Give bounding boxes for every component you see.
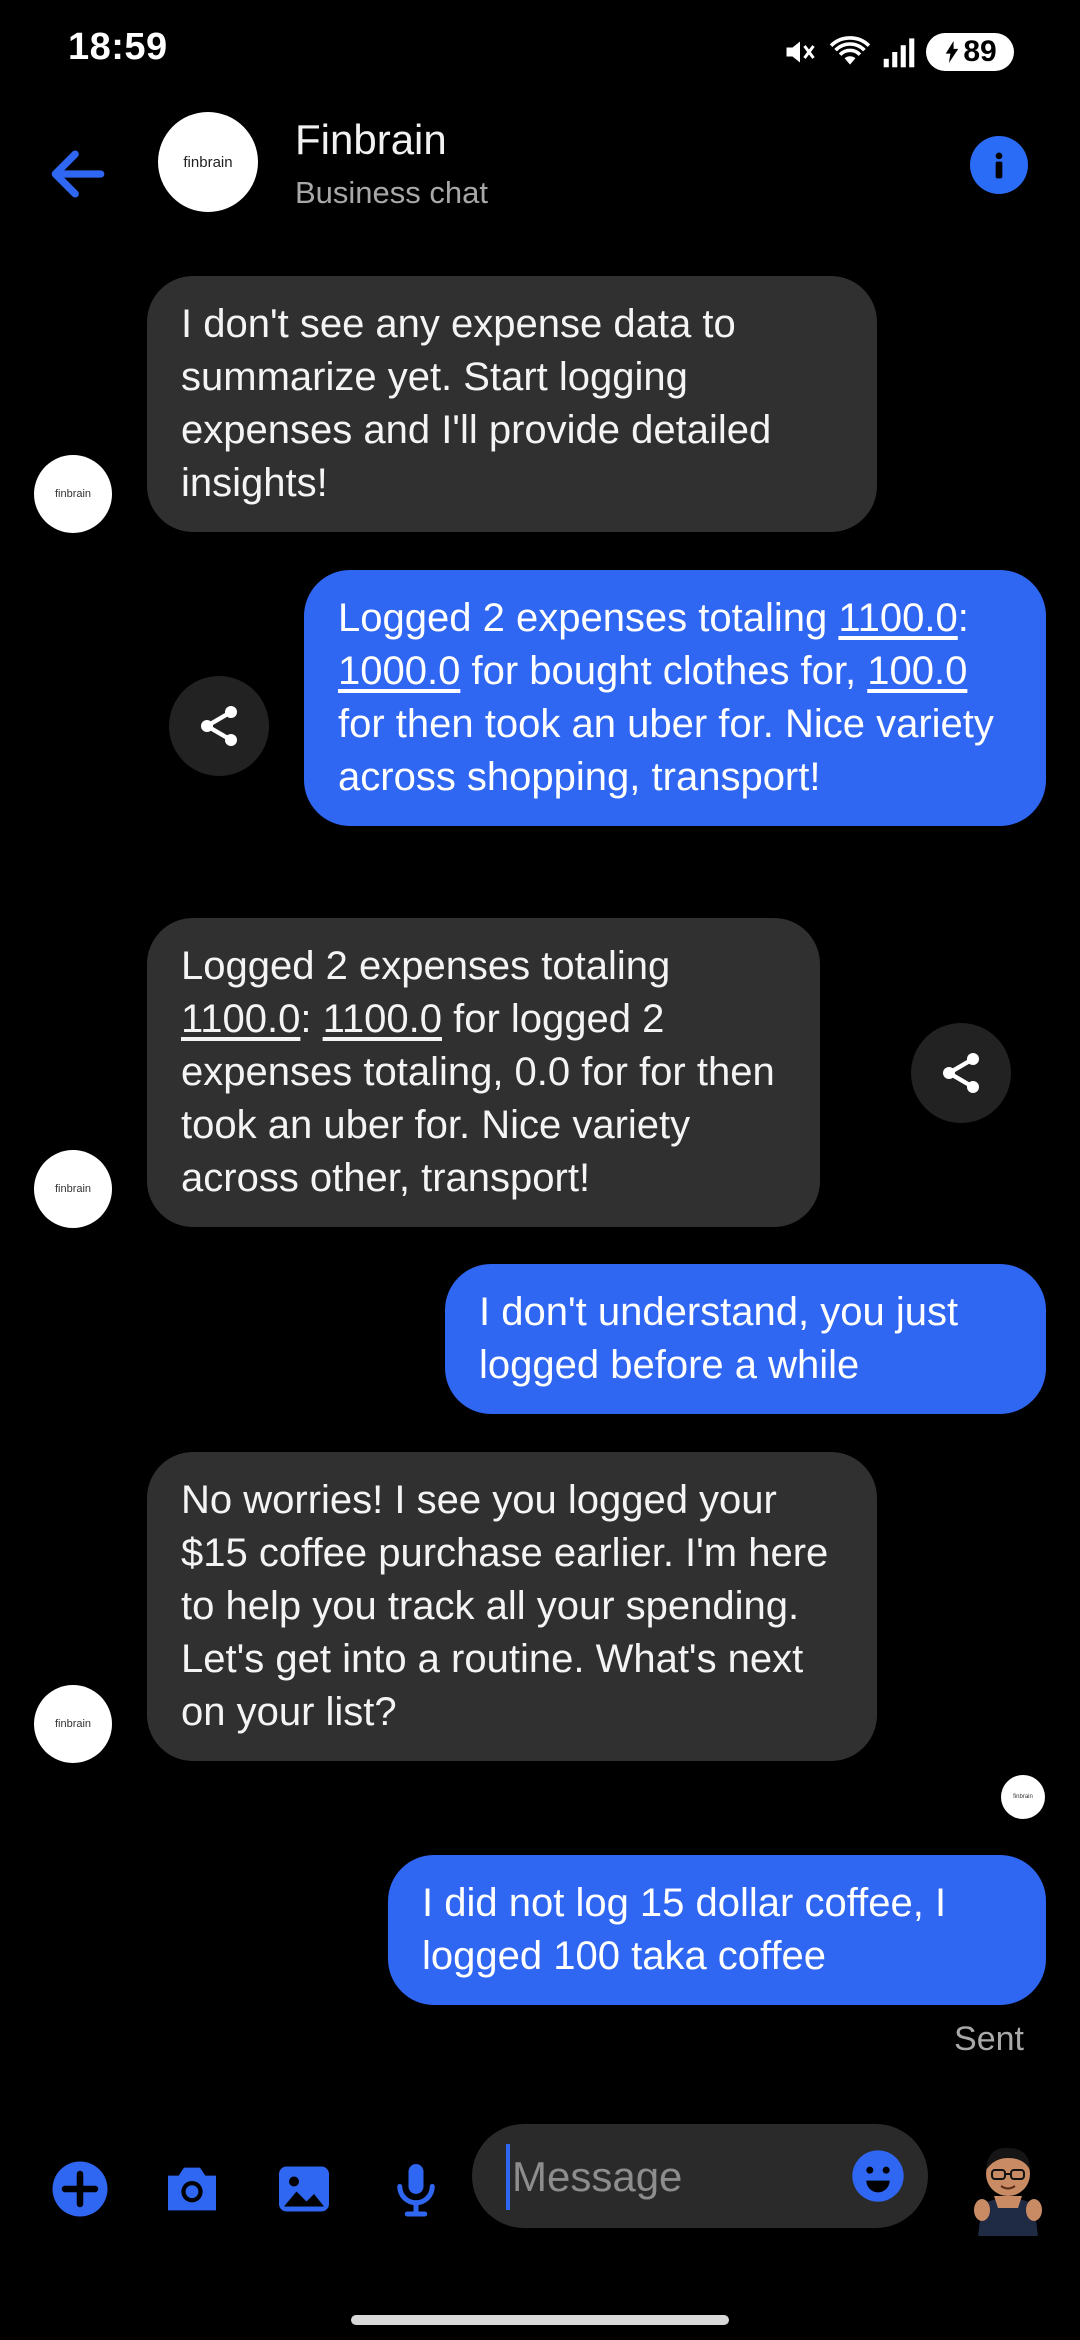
amount-link[interactable]: 100.0	[867, 649, 967, 693]
back-button[interactable]	[44, 140, 112, 208]
battery-level: 89	[963, 35, 997, 68]
message-bubble-incoming[interactable]: I don't see any expense data to summariz…	[147, 276, 877, 532]
amount-link[interactable]: 1100.0	[323, 997, 442, 1041]
message-composer	[0, 2110, 1080, 2250]
amount-link[interactable]: 1100.0	[181, 997, 300, 1041]
info-button[interactable]	[970, 136, 1028, 194]
emoji-button[interactable]	[850, 2148, 906, 2204]
bot-avatar[interactable]: finbrain	[34, 1150, 112, 1228]
message-text: I did not log 15 dollar coffee, I logged…	[422, 1881, 947, 1978]
share-icon	[943, 1053, 979, 1093]
avatar-label: finbrain	[54, 1718, 92, 1730]
avatar-sticker-button[interactable]	[958, 2126, 1058, 2236]
avatar-label: finbrain	[54, 488, 92, 500]
bot-avatar[interactable]: finbrain	[34, 1685, 112, 1763]
gallery-button[interactable]	[270, 2155, 338, 2223]
message-bubble-incoming[interactable]: Logged 2 expenses totaling 1100.0: 1100.…	[147, 918, 820, 1227]
avatar-label: finbrain	[1013, 1794, 1033, 1800]
avatar-sticker-icon	[974, 2147, 1042, 2236]
message-text: :	[957, 596, 969, 640]
share-icon	[201, 706, 237, 746]
camera-button[interactable]	[158, 2155, 226, 2223]
message-text: No worries! I see you logged your $15 co…	[181, 1478, 829, 1734]
amount-link[interactable]: 1000.0	[338, 649, 460, 693]
battery-saver-icon	[946, 41, 959, 63]
home-indicator[interactable]	[351, 2315, 729, 2325]
message-text: Logged 2 expenses totaling	[181, 944, 671, 988]
message-field[interactable]	[472, 2124, 928, 2228]
microphone-icon	[397, 2164, 435, 2217]
contact-subtitle: Business chat	[295, 175, 488, 210]
message-bubble-incoming[interactable]: No worries! I see you logged your $15 co…	[147, 1452, 877, 1761]
contact-name[interactable]: Finbrain	[295, 116, 447, 164]
voice-button[interactable]	[382, 2155, 450, 2223]
share-button[interactable]	[169, 676, 269, 776]
camera-icon	[168, 2167, 216, 2211]
status-time: 18:59	[68, 26, 168, 68]
message-text: I don't see any expense data to summariz…	[181, 302, 772, 505]
emoji-icon	[852, 2150, 904, 2202]
sent-status: Sent	[954, 2020, 1024, 2058]
gallery-icon	[279, 2166, 329, 2212]
avatar-label: finbrain	[54, 1183, 92, 1195]
contact-avatar[interactable]: finbrain	[158, 112, 258, 212]
message-bubble-outgoing[interactable]: I did not log 15 dollar coffee, I logged…	[388, 1855, 1046, 2005]
read-receipt-avatar: finbrain	[1001, 1775, 1045, 1819]
message-text: for bought clothes for,	[460, 649, 868, 693]
back-arrow-icon	[51, 150, 105, 198]
chat-header: finbrain Finbrain Business chat	[0, 100, 1080, 240]
amount-link[interactable]: 1100.0	[838, 596, 957, 640]
message-input[interactable]	[506, 2144, 814, 2210]
wifi-icon	[829, 36, 871, 65]
message-text: :	[300, 997, 323, 1041]
mute-icon	[786, 41, 815, 63]
status-bar: 18:59 89	[0, 0, 1080, 100]
message-text: for then took an uber for. Nice variety …	[338, 702, 994, 799]
signal-icon	[883, 38, 915, 68]
status-icons: 89	[782, 30, 1014, 74]
bot-avatar[interactable]: finbrain	[34, 455, 112, 533]
share-button[interactable]	[911, 1023, 1011, 1123]
avatar-logo-text: finbrain	[183, 153, 233, 171]
message-bubble-outgoing[interactable]: Logged 2 expenses totaling 1100.0: 1000.…	[304, 570, 1046, 826]
message-text: I don't understand, you just logged befo…	[479, 1290, 959, 1387]
info-icon	[995, 152, 1003, 179]
plus-icon	[52, 2161, 108, 2217]
battery-indicator: 89	[926, 33, 1014, 71]
message-text: Logged 2 expenses totaling	[338, 596, 839, 640]
add-button[interactable]	[46, 2155, 114, 2223]
message-bubble-outgoing[interactable]: I don't understand, you just logged befo…	[445, 1264, 1046, 1414]
